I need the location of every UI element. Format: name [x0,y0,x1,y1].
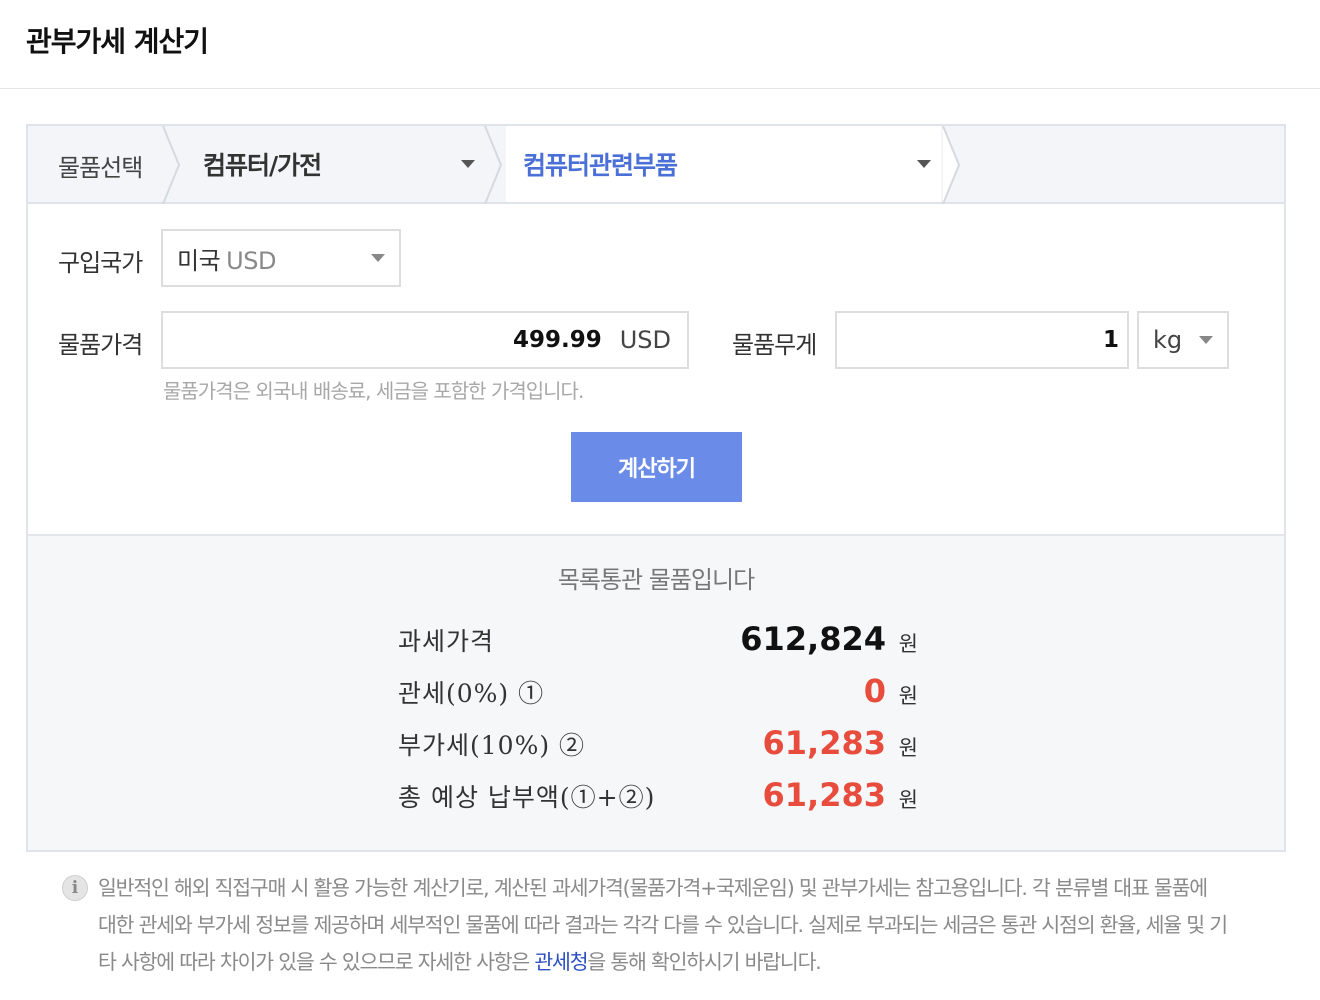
weight-label: 물품무게 [732,331,817,359]
chevron-down-icon [1199,336,1213,344]
chevron-down-icon [461,160,475,168]
notice-text-after: 을 통해 확인하시기 바랍니다. [587,950,821,974]
breadcrumb-separator-icon [942,126,961,204]
weight-unit-select[interactable]: kg [1137,311,1229,369]
calculator-panel: 물품선택 컴퓨터/가전 컴퓨터관련부품 구입국가 미국 USD 물품가격 499.… [26,124,1286,852]
result-value: 61,283 [762,776,886,814]
info-icon: i [62,875,88,901]
page-title: 관부가세 계산기 [26,25,209,58]
result-unit: 원 [898,684,918,708]
country-label: 구입국가 [58,249,143,277]
category-select[interactable]: 컴퓨터/가전 [203,126,483,202]
calculate-button[interactable]: 계산하기 [571,432,742,502]
price-hint: 물품가격은 외국내 배송료, 세금을 포함한 가격입니다. [163,379,584,403]
breadcrumb: 물품선택 컴퓨터/가전 컴퓨터관련부품 [28,126,1284,204]
notice-text: 일반적인 해외 직접구매 시 활용 가능한 계산기로, 계산된 과세가격(물품가… [98,870,1228,981]
price-label: 물품가격 [58,331,143,359]
weight-value: 1 [1102,327,1119,353]
breadcrumb-separator-icon [162,126,181,204]
result-row-customs-duty: 관세(0%) ① 0 원 [398,672,918,714]
header: 관부가세 계산기 [0,0,1320,89]
weight-unit-value: kg [1153,326,1183,354]
breadcrumb-separator-icon [484,126,503,204]
country-name: 미국 [177,246,221,275]
customs-service-link[interactable]: 관세청 [534,950,588,974]
result-status: 목록통관 물품입니다 [557,566,755,594]
result-value: 61,283 [762,724,886,762]
result-row-vat: 부가세(10%) ② 61,283 원 [398,724,918,766]
result-row-total: 총 예상 납부액(①+②) 61,283 원 [398,776,918,818]
weight-input[interactable]: 1 [835,311,1129,369]
chevron-down-icon [371,254,385,262]
breadcrumb-root: 물품선택 [58,154,143,182]
price-value: 499.99 [512,327,602,353]
result-row-taxable-price: 과세가격 612,824 원 [398,620,918,662]
country-select[interactable]: 미국 USD [161,229,401,287]
result-label: 총 예상 납부액(①+②) [398,783,656,812]
price-input[interactable]: 499.99 USD [161,311,689,369]
result-label: 관세(0%) ① [398,679,545,708]
result-unit: 원 [898,736,918,760]
chevron-down-icon [917,160,931,168]
subcategory-select[interactable]: 컴퓨터관련부품 [506,126,941,202]
result-label: 과세가격 [398,627,495,656]
result-label: 부가세(10%) ② [398,731,586,760]
subcategory-label: 컴퓨터관련부품 [523,151,678,180]
country-currency: USD [226,246,276,275]
result-unit: 원 [898,788,918,812]
result-panel: 목록통관 물품입니다 과세가격 612,824 원 관세(0%) ① 0 원 부… [28,534,1284,850]
result-value: 612,824 [740,620,886,658]
category-label: 컴퓨터/가전 [203,151,322,180]
result-unit: 원 [898,632,918,656]
result-value: 0 [863,672,886,710]
country-value: 미국 USD [177,241,276,276]
price-unit: USD [619,326,671,354]
